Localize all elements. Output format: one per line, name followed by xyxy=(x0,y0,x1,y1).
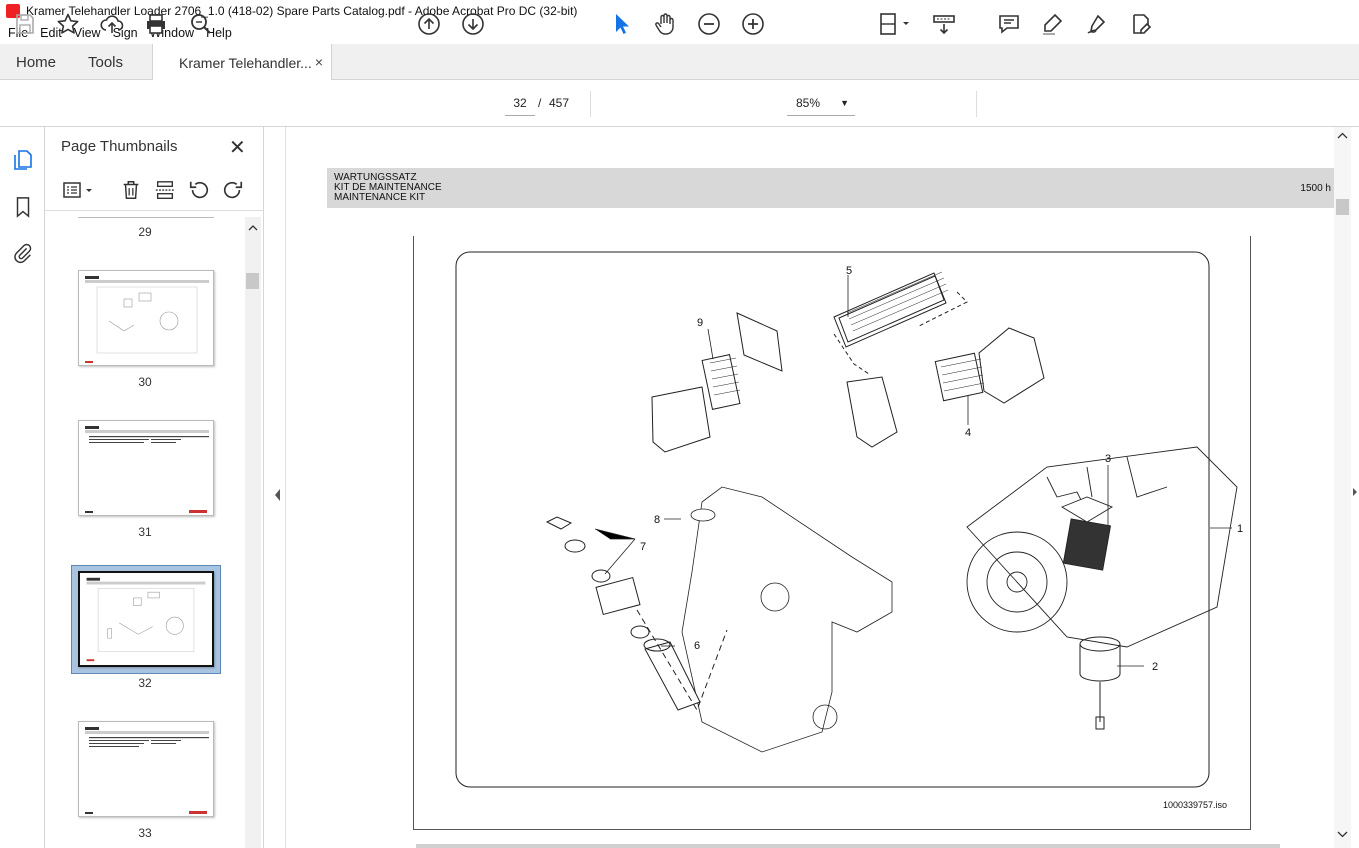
callout-numbers: 1 2 3 4 5 6 7 8 9 xyxy=(640,265,1243,673)
fit-page-icon[interactable] xyxy=(876,11,912,37)
pdf-page: WARTUNGSSATZ KIT DE MAINTENANCE MAINTENA… xyxy=(327,127,1334,848)
part-4-filter-housing xyxy=(934,327,1045,404)
exploded-parts-drawing: 1 2 3 4 5 6 7 8 9 xyxy=(455,251,1243,788)
toolbar-divider-2 xyxy=(976,91,977,117)
select-arrow-icon[interactable] xyxy=(608,11,634,37)
rotate-right-icon[interactable] xyxy=(220,177,246,203)
panel-title: Page Thumbnails xyxy=(61,138,178,155)
delete-page-icon[interactable] xyxy=(118,177,144,203)
callout-4: 4 xyxy=(965,427,971,439)
hand-icon[interactable] xyxy=(652,11,678,37)
close-panel-icon[interactable]: ✕ xyxy=(229,135,246,160)
callout-3: 3 xyxy=(1105,453,1111,465)
drawing-code: 1000339757.iso xyxy=(1163,800,1228,810)
scroll-up-icon xyxy=(248,225,258,231)
sign-icon[interactable] xyxy=(1084,11,1110,37)
upload-icon[interactable] xyxy=(99,11,125,37)
thumbnail-label-30: 30 xyxy=(138,375,152,389)
close-tab-icon[interactable]: × xyxy=(315,54,323,70)
toolbar xyxy=(0,80,1359,127)
callout-1: 1 xyxy=(1237,523,1243,535)
thumbnail-29-edge xyxy=(78,217,214,218)
tab-home[interactable]: Home xyxy=(16,44,56,80)
edit-pdf-icon[interactable] xyxy=(1128,11,1154,37)
thumbnail-label-32: 32 xyxy=(138,676,152,690)
callout-8: 8 xyxy=(654,514,660,526)
arrow-down-icon[interactable] xyxy=(460,11,486,37)
hydraulic-tank xyxy=(681,486,893,753)
thumbnail-page-33[interactable] xyxy=(78,721,214,817)
scroll-down-icon-doc xyxy=(1337,831,1348,838)
callout-6: 6 xyxy=(694,640,700,652)
insert-page-icon[interactable] xyxy=(152,177,178,203)
highlight-icon[interactable] xyxy=(1040,11,1066,37)
thumbnail-page-30[interactable] xyxy=(78,270,214,366)
thumbnail-label-31: 31 xyxy=(138,525,152,539)
search-icon[interactable] xyxy=(188,11,214,37)
star-icon[interactable] xyxy=(55,11,81,37)
arrow-up-icon[interactable] xyxy=(416,11,442,37)
tab-document-label: Kramer Telehandler... xyxy=(179,54,312,71)
panel-splitter[interactable] xyxy=(264,127,286,848)
thumbnails-scroll-thumb[interactable] xyxy=(246,273,259,289)
part-6-7-filter xyxy=(545,516,728,712)
zoom-out-icon[interactable] xyxy=(696,11,722,37)
attachment-icon[interactable] xyxy=(10,240,36,266)
callout-7: 7 xyxy=(640,541,646,553)
callout-5: 5 xyxy=(846,265,852,277)
callout-leaders xyxy=(594,275,1232,667)
right-edge xyxy=(1351,127,1359,848)
thumbnails-panel: Page Thumbnails ✕ 29 30 31 32 33 xyxy=(45,127,264,848)
callout-9: 9 xyxy=(697,317,703,329)
save-icon[interactable] xyxy=(12,11,38,37)
panel-toolbar xyxy=(45,171,264,211)
toolbar-divider xyxy=(590,91,591,117)
thumbnail-label-29: 29 xyxy=(138,225,152,239)
horizontal-scroll-thumb[interactable] xyxy=(416,844,1280,848)
page-number-input[interactable]: 32 xyxy=(505,90,535,116)
thumbnail-page-31[interactable] xyxy=(78,420,214,516)
rotate-left-icon[interactable] xyxy=(186,177,212,203)
expand-right-icon xyxy=(1353,488,1357,496)
scroll-mode-icon[interactable] xyxy=(931,11,957,37)
chevron-down-icon: ▼ xyxy=(840,98,849,108)
zoom-in-icon[interactable] xyxy=(740,11,766,37)
thumbnail-page-32[interactable] xyxy=(78,571,214,667)
page-total: 457 xyxy=(549,96,570,110)
zoom-value: 85% xyxy=(796,96,821,110)
tab-document[interactable]: Kramer Telehandler... × xyxy=(152,44,332,81)
part-2-fuel-filter xyxy=(1079,636,1121,730)
document-scrollbar[interactable] xyxy=(1334,127,1351,848)
zoom-select[interactable]: 85% ▼ xyxy=(787,90,855,116)
comment-icon[interactable] xyxy=(996,11,1022,37)
page-separator: / xyxy=(538,96,542,110)
scroll-up-icon-doc xyxy=(1337,132,1348,139)
thumbnail-list: 29 30 31 32 33 xyxy=(45,217,245,848)
thumbnail-options-icon[interactable] xyxy=(61,177,97,203)
document-scroll-thumb[interactable] xyxy=(1336,199,1349,215)
thumbnail-label-33: 33 xyxy=(138,826,152,840)
page-thumbnails-icon[interactable] xyxy=(10,147,36,173)
bookmark-icon[interactable] xyxy=(10,194,36,220)
thumbnails-scrollbar[interactable] xyxy=(245,217,261,848)
callout-2: 2 xyxy=(1152,661,1158,673)
tab-bar: Home Tools Kramer Telehandler... × xyxy=(0,44,1359,81)
engine-block xyxy=(966,446,1238,648)
print-icon[interactable] xyxy=(143,11,169,37)
tab-tools[interactable]: Tools xyxy=(88,44,123,80)
horizontal-scrollbar[interactable] xyxy=(286,840,1334,848)
left-rail xyxy=(0,127,45,848)
